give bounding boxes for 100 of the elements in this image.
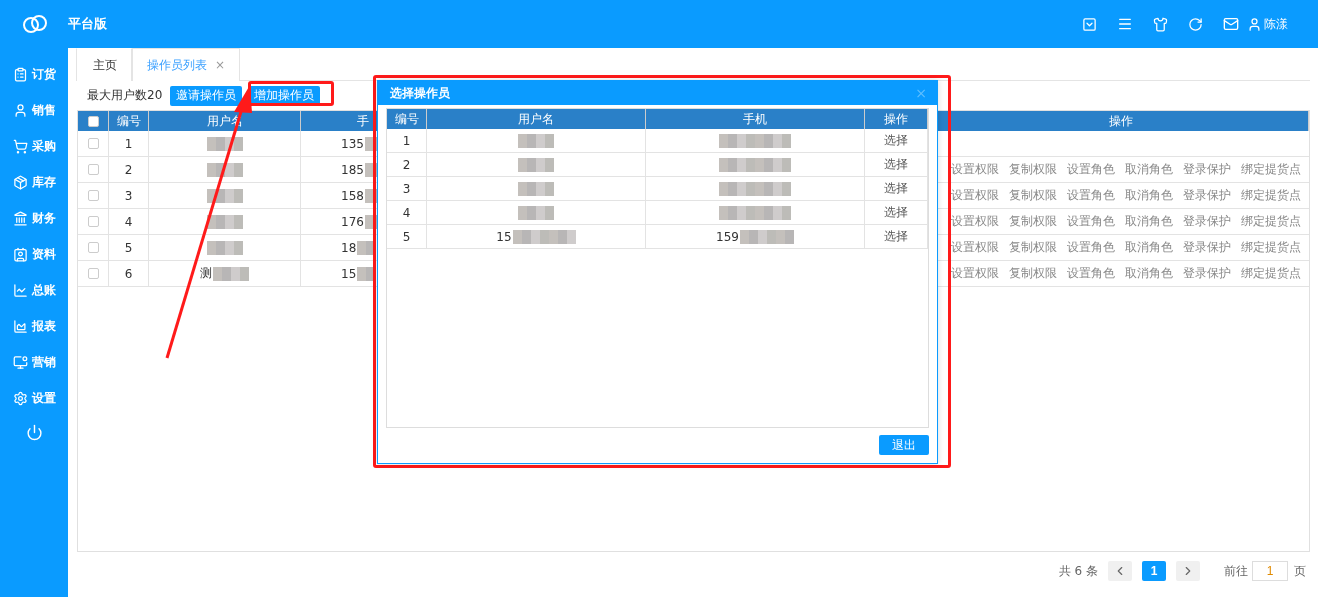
action-link[interactable]: 设置角色 xyxy=(1067,213,1115,230)
select-link[interactable]: 选择 xyxy=(865,177,928,200)
select-link[interactable]: 选择 xyxy=(865,201,928,224)
action-link[interactable]: 复制权限 xyxy=(1009,161,1057,178)
action-link[interactable]: 复制权限 xyxy=(1009,213,1057,230)
tab[interactable]: 操作员列表 × xyxy=(132,48,241,81)
menu-icon[interactable] xyxy=(1117,16,1133,32)
pixelated-redaction xyxy=(739,229,794,244)
checkbox[interactable] xyxy=(87,268,99,279)
select-link[interactable]: 选择 xyxy=(865,129,928,152)
table-cell: 1 xyxy=(109,131,149,156)
sidebar-item[interactable]: 采购 xyxy=(12,128,56,164)
invite-button[interactable]: 邀请操作员 xyxy=(170,85,243,106)
mail-icon[interactable] xyxy=(1223,16,1239,32)
box-icon xyxy=(12,174,28,190)
user-name[interactable]: 陈漾 xyxy=(1264,15,1288,33)
action-link[interactable]: 设置角色 xyxy=(1067,265,1115,282)
contact-card-icon xyxy=(12,246,28,262)
table-cell: 135 xyxy=(341,136,364,151)
action-link[interactable]: 绑定提货点 xyxy=(1241,239,1301,256)
sidebar-item[interactable]: 订货 xyxy=(12,56,56,92)
table-cell: 6 xyxy=(109,261,149,286)
tab[interactable]: 主页 xyxy=(76,48,132,81)
column-header: 手机 xyxy=(646,109,865,129)
action-link[interactable]: 绑定提货点 xyxy=(1241,213,1301,230)
pixelated-redaction xyxy=(357,266,376,281)
chart-icon xyxy=(12,282,28,298)
select-link[interactable]: 选择 xyxy=(865,153,928,176)
action-link[interactable]: 登录保护 xyxy=(1183,187,1231,204)
table-cell: 3 xyxy=(109,183,149,208)
logo-icon xyxy=(22,14,48,34)
table-cell: 18 xyxy=(341,240,357,255)
action-link[interactable]: 绑定提货点 xyxy=(1241,187,1301,204)
refresh-icon[interactable] xyxy=(1188,16,1203,32)
column-header: 用户名 xyxy=(427,109,646,129)
goto-label: 前往 xyxy=(1224,562,1248,580)
action-link[interactable]: 设置权限 xyxy=(951,187,999,204)
prev-page-button[interactable] xyxy=(1108,561,1132,581)
action-link[interactable]: 复制权限 xyxy=(1009,265,1057,282)
table-cell: 159 xyxy=(716,229,739,244)
user-icon[interactable] xyxy=(1247,16,1262,32)
monitor-icon xyxy=(12,354,28,370)
user-icon xyxy=(12,102,28,118)
sidebar-item[interactable]: 库存 xyxy=(12,164,56,200)
max-users-label: 最大用户数20 xyxy=(87,87,163,104)
sidebar-item[interactable]: 总账 xyxy=(12,272,56,308)
select-link[interactable]: 选择 xyxy=(865,225,928,248)
chart-icon xyxy=(12,318,28,334)
table-cell: 2 xyxy=(387,153,427,176)
sidebar-item[interactable]: 报表 xyxy=(12,308,56,344)
checkbox[interactable] xyxy=(87,164,99,175)
shirt-icon[interactable] xyxy=(1153,16,1168,32)
action-link[interactable]: 设置权限 xyxy=(951,239,999,256)
pixelated-redaction xyxy=(719,133,791,148)
sidebar-item[interactable]: 设置 xyxy=(12,380,56,416)
action-link[interactable]: 设置权限 xyxy=(951,213,999,230)
power-icon[interactable] xyxy=(25,424,43,441)
page-button[interactable]: 1 xyxy=(1142,561,1166,581)
sidebar-item[interactable]: 销售 xyxy=(12,92,56,128)
sidebar-item[interactable]: 营销 xyxy=(12,344,56,380)
action-link[interactable]: 取消角色 xyxy=(1125,213,1173,230)
next-page-button[interactable] xyxy=(1176,561,1200,581)
action-link[interactable]: 绑定提货点 xyxy=(1241,265,1301,282)
exit-button[interactable]: 退出 xyxy=(879,435,929,455)
cart-icon xyxy=(12,138,28,154)
sidebar-item[interactable]: 财务 xyxy=(12,200,56,236)
action-link[interactable]: 复制权限 xyxy=(1009,187,1057,204)
action-link[interactable]: 登录保护 xyxy=(1183,239,1231,256)
table-cell: 测 xyxy=(200,265,212,282)
action-link[interactable]: 设置角色 xyxy=(1067,239,1115,256)
action-link[interactable]: 取消角色 xyxy=(1125,161,1173,178)
action-link[interactable]: 设置权限 xyxy=(951,265,999,282)
settings-icon xyxy=(12,390,28,406)
action-link[interactable]: 登录保护 xyxy=(1183,213,1231,230)
total-count: 共 6 条 xyxy=(1058,562,1098,580)
action-link[interactable]: 绑定提货点 xyxy=(1241,161,1301,178)
action-link[interactable]: 设置权限 xyxy=(951,161,999,178)
checkbox[interactable] xyxy=(87,216,99,227)
pixelated-redaction xyxy=(719,181,791,196)
table-cell: 5 xyxy=(387,225,427,248)
checkbox[interactable] xyxy=(87,115,99,127)
sidebar-item[interactable]: 资料 xyxy=(12,236,56,272)
action-link[interactable]: 登录保护 xyxy=(1183,265,1231,282)
table-cell: 1 xyxy=(387,129,427,152)
table-cell: 3 xyxy=(387,177,427,200)
action-link[interactable]: 取消角色 xyxy=(1125,265,1173,282)
table-cell: 5 xyxy=(109,235,149,260)
checkbox[interactable] xyxy=(87,138,99,149)
checkbox[interactable] xyxy=(87,190,99,201)
dropdown-icon[interactable] xyxy=(1082,16,1097,32)
action-link[interactable]: 复制权限 xyxy=(1009,239,1057,256)
action-link[interactable]: 取消角色 xyxy=(1125,239,1173,256)
action-link[interactable]: 设置角色 xyxy=(1067,161,1115,178)
page-input[interactable]: 1 xyxy=(1252,561,1288,581)
close-icon[interactable]: × xyxy=(215,58,226,72)
action-link[interactable]: 取消角色 xyxy=(1125,187,1173,204)
checkbox[interactable] xyxy=(87,242,99,253)
column-header: 编号 xyxy=(109,111,149,131)
action-link[interactable]: 设置角色 xyxy=(1067,187,1115,204)
action-link[interactable]: 登录保护 xyxy=(1183,161,1231,178)
